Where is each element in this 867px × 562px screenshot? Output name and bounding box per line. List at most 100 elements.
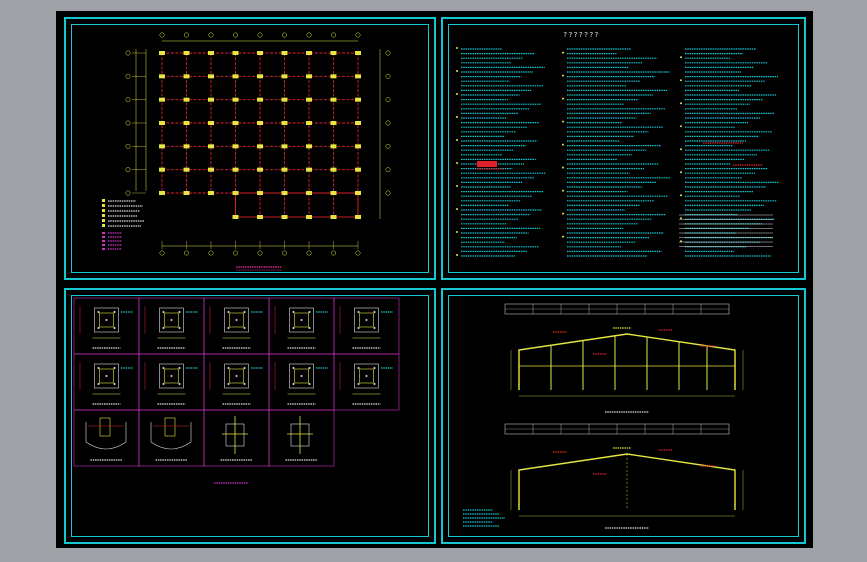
column-footing — [257, 215, 263, 219]
anchor-bolt — [243, 367, 246, 369]
column-footing — [183, 74, 190, 79]
note-bullet — [562, 74, 564, 77]
sheet-frame-elevations[interactable] — [441, 288, 806, 544]
column-footing — [159, 121, 165, 125]
column-footing — [208, 51, 214, 55]
anchor-bolt — [170, 319, 173, 321]
anchor-bolt — [97, 311, 100, 313]
anchor-bolt — [113, 311, 116, 313]
column-footing — [355, 51, 361, 55]
grid-bubble-row — [385, 190, 391, 196]
grid-bubble-row — [125, 73, 131, 79]
legend-symbol — [102, 244, 105, 246]
note-bullet — [456, 47, 458, 49]
frame-elevations-drawing — [463, 303, 744, 529]
anchor-bolt — [292, 367, 295, 369]
detail-cell-border — [333, 353, 400, 411]
column-footing — [306, 121, 312, 125]
anchor-bolt — [227, 383, 230, 385]
column-footing — [208, 74, 214, 79]
column-footing — [208, 167, 214, 172]
note-bullet — [562, 97, 564, 100]
column-footing — [183, 191, 190, 195]
column-footing — [232, 144, 239, 149]
anchor-bolt — [308, 327, 311, 329]
column-footing — [281, 51, 288, 55]
column-footing — [208, 121, 214, 125]
anchor-bolt — [365, 375, 368, 377]
anchor-bolt — [113, 367, 116, 369]
anchor-bolt — [235, 375, 238, 377]
column-footing — [281, 121, 288, 125]
anchor-bolt — [365, 319, 368, 321]
sheet-general-notes[interactable]: ??????? — [441, 17, 806, 280]
grid-bubble-col — [159, 32, 165, 38]
column-footing — [159, 97, 165, 102]
column-footing — [183, 51, 190, 55]
column-footing — [281, 167, 288, 172]
grid-bubble-col — [355, 250, 361, 256]
note-bullet — [562, 189, 564, 192]
column-footing — [355, 97, 361, 102]
column-footing — [232, 74, 239, 79]
detail-cell-border — [138, 353, 205, 411]
note-bullet — [456, 162, 458, 164]
column-footing — [183, 144, 190, 149]
anchor-bolt — [97, 383, 100, 385]
column-footing — [232, 167, 239, 172]
column-footing — [257, 51, 263, 55]
legend-symbol — [102, 209, 105, 212]
column-footing — [355, 121, 361, 125]
column-footing — [232, 97, 239, 102]
legend-symbol — [102, 240, 105, 242]
anchor-bolt — [308, 311, 311, 313]
foundation-plan-drawing — [102, 32, 391, 271]
detail-cell-border — [203, 353, 270, 411]
note-bullet — [562, 51, 564, 54]
column-stub — [164, 417, 176, 437]
grid-bubble-col — [184, 250, 189, 256]
drawing-canvas[interactable]: ??????? — [56, 11, 813, 548]
anchor-bolt — [357, 327, 360, 329]
note-bullet — [562, 235, 564, 238]
anchor-bolt — [227, 311, 230, 313]
detail-cell-border — [203, 297, 270, 355]
column-footing — [355, 74, 361, 79]
detail-cell-border — [333, 297, 400, 355]
anchor-bolt — [113, 327, 116, 329]
column-footing — [355, 167, 361, 172]
sheet-foundation-plan[interactable] — [64, 17, 436, 280]
anchor-bolt — [243, 311, 246, 313]
anchor-bolt — [227, 327, 230, 329]
note-bullet — [456, 254, 458, 256]
note-bullet — [680, 102, 682, 105]
grid-bubble-col — [208, 250, 214, 256]
grid-bubble-row — [125, 190, 131, 196]
column-footing — [183, 97, 190, 102]
column-footing — [232, 121, 239, 125]
column-footing — [159, 167, 165, 172]
anchor-bolt — [105, 375, 108, 377]
legend-symbol — [102, 219, 105, 222]
anchor-bolt — [357, 383, 360, 385]
column-footing — [306, 144, 312, 149]
column-footing — [257, 191, 263, 195]
grid-bubble-col — [331, 250, 336, 256]
general-notes-drawing: ??????? — [456, 31, 779, 257]
anchor-bolt — [178, 311, 181, 313]
note-bullet — [456, 208, 458, 210]
note-bullet — [456, 70, 458, 72]
grid-bubble-row — [385, 97, 391, 103]
grid-bubble-row — [125, 50, 131, 56]
grid-bubble-col — [257, 32, 263, 38]
anchor-bolt — [162, 311, 165, 313]
column-footing — [330, 144, 337, 149]
note-bullet — [456, 93, 458, 95]
anchor-bolt — [178, 327, 181, 329]
column-footing — [208, 97, 214, 102]
note-bullet — [680, 79, 682, 82]
sheet-base-details[interactable] — [64, 288, 436, 544]
anchor-bolt — [162, 367, 165, 369]
column-footing — [355, 144, 361, 149]
column-footing — [330, 74, 337, 79]
